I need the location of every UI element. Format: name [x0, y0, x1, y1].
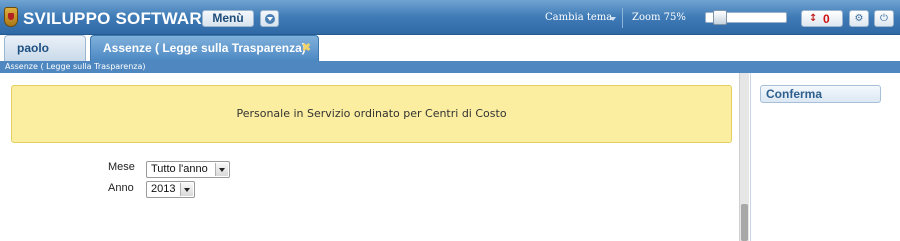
tab-assenze[interactable]: Assenze ( Legge sulla Trasparenza) ✖ — [90, 35, 319, 61]
month-select-value: Tutto l'anno — [151, 163, 208, 175]
chevron-down-icon[interactable] — [215, 163, 228, 176]
exclamation-icon: ↕ — [809, 13, 818, 24]
tab-label: Assenze ( Legge sulla Trasparenza) — [103, 41, 306, 55]
tab-home[interactable]: paolo Home — [4, 35, 86, 79]
power-icon: ⏻ — [880, 13, 888, 24]
zoom-slider-handle[interactable] — [713, 10, 727, 25]
settings-button[interactable]: ⚙ — [849, 10, 869, 27]
zoom-label: Zoom 75% — [632, 12, 686, 23]
app-title: SVILUPPO SOFTWARE — [23, 9, 214, 28]
theme-switcher[interactable]: Cambia tema — [545, 12, 612, 23]
main-content: Personale in Servizio ordinato per Centr… — [0, 73, 742, 241]
chevron-circle-down-icon — [265, 14, 275, 24]
breadcrumb: Assenze ( Legge sulla Trasparenza) — [0, 61, 900, 73]
close-icon[interactable]: ✖ — [302, 42, 311, 54]
logout-button[interactable]: ⏻ — [874, 10, 894, 27]
alerts-button[interactable]: ↕ 0 — [801, 10, 843, 27]
header-divider — [622, 8, 623, 28]
year-select[interactable]: 2013 — [146, 181, 195, 198]
menu-button[interactable]: Menù — [202, 10, 254, 27]
crest-logo-icon — [4, 7, 18, 27]
year-select-value: 2013 — [151, 183, 176, 195]
gear-icon: ⚙ — [854, 13, 864, 24]
chevron-down-icon[interactable] — [180, 183, 193, 196]
vertical-scrollbar[interactable] — [739, 73, 749, 241]
month-label: Mese — [108, 161, 135, 173]
caret-down-icon[interactable] — [610, 17, 616, 21]
confirm-button[interactable]: Conferma — [760, 85, 881, 103]
scrollbar-thumb[interactable] — [741, 204, 748, 241]
menu-dropdown-button[interactable] — [260, 10, 279, 27]
year-label: Anno — [108, 182, 134, 194]
app-header: SVILUPPO SOFTWARE Menù Cambia tema Zoom … — [0, 0, 900, 35]
month-select[interactable]: Tutto l'anno — [146, 161, 230, 178]
report-notice: Personale in Servizio ordinato per Centr… — [11, 85, 732, 143]
tab-bar: paolo Home Assenze ( Legge sulla Traspar… — [0, 35, 900, 79]
alert-count: 0 — [823, 12, 830, 26]
action-panel: Conferma — [750, 73, 900, 241]
zoom-slider[interactable] — [705, 10, 787, 25]
